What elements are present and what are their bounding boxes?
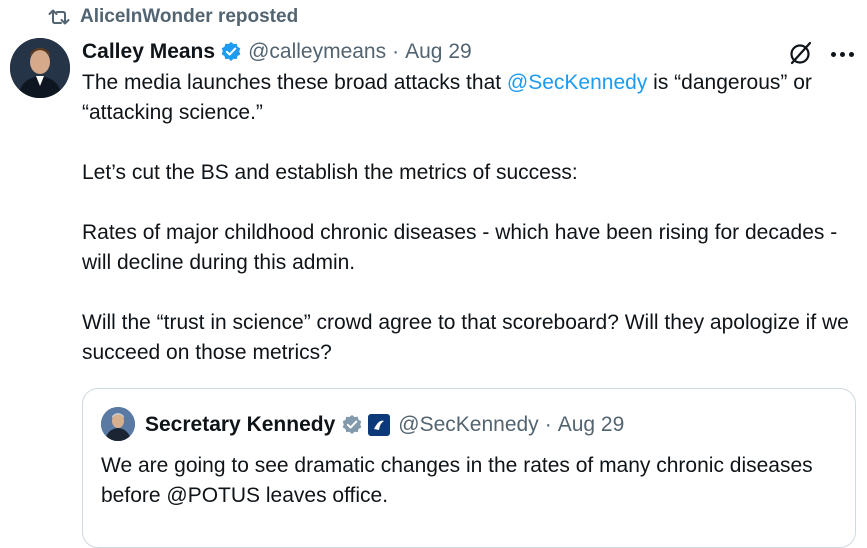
quote-body: We are going to see dramatic changes in … <box>101 454 813 507</box>
repost-icon <box>48 7 70 27</box>
separator-dot: · <box>392 40 400 63</box>
tweet-header: Calley Means @calleymeans · Aug 29 <box>82 38 472 66</box>
quote-avatar[interactable] <box>101 407 135 441</box>
grok-icon[interactable] <box>788 40 814 66</box>
verified-badge-icon <box>220 41 242 63</box>
author-name[interactable]: Calley Means <box>82 40 215 64</box>
quote-header: Secretary Kennedy @SecKennedy · Aug 29 <box>145 410 624 440</box>
hhs-affiliate-badge-icon <box>368 414 391 436</box>
quote-author-handle[interactable]: @SecKennedy <box>398 413 538 437</box>
tweet-paragraph-2: Let’s cut the BS and establish the metri… <box>82 161 578 184</box>
repost-indicator[interactable]: AliceInWonder reposted <box>48 5 298 29</box>
quoted-tweet-card[interactable]: Secretary Kennedy @SecKennedy · Aug 29 W… <box>82 388 856 548</box>
repost-label: AliceInWonder reposted <box>80 6 299 27</box>
avatar[interactable] <box>10 38 70 98</box>
mention-link[interactable]: @SecKennedy <box>507 71 647 94</box>
gray-verified-badge-icon <box>341 414 363 436</box>
quote-separator-dot: · <box>544 413 552 436</box>
tweet-paragraph-3: Rates of major childhood chronic disease… <box>82 221 838 274</box>
quote-date[interactable]: Aug 29 <box>558 413 625 437</box>
tweet-body: The media launches these broad attacks t… <box>82 68 862 368</box>
author-handle[interactable]: @calleymeans <box>248 40 386 64</box>
tweet-paragraph-1: The media launches these broad attacks t… <box>82 71 812 124</box>
tweet-date[interactable]: Aug 29 <box>405 40 472 64</box>
more-options-icon[interactable] <box>831 50 855 58</box>
tweet-paragraph-4: Will the “trust in science” crowd agree … <box>82 311 849 364</box>
quote-author-name[interactable]: Secretary Kennedy <box>145 413 335 437</box>
